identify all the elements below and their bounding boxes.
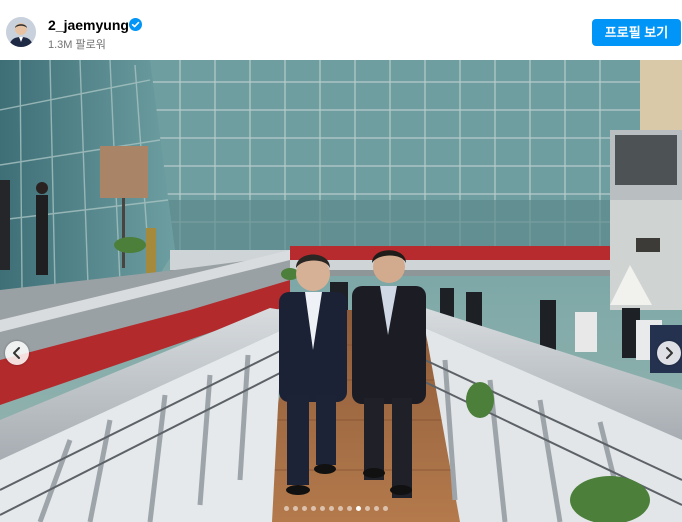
verified-badge-icon xyxy=(129,18,142,31)
carousel-dot[interactable] xyxy=(284,506,289,511)
post-photo[interactable] xyxy=(0,60,682,522)
cropped-previous-caption xyxy=(0,0,682,8)
follower-count: 1.3M 팔로워 xyxy=(48,39,106,51)
view-profile-button[interactable]: 프로필 보기 xyxy=(592,19,681,46)
carousel-dot[interactable] xyxy=(383,506,388,511)
carousel-dot[interactable] xyxy=(365,506,370,511)
carousel-next-button[interactable] xyxy=(657,341,681,365)
carousel-dot[interactable] xyxy=(329,506,334,511)
username[interactable]: 2_jaemyung xyxy=(48,17,129,33)
chevron-right-icon xyxy=(666,347,673,359)
carousel-indicator xyxy=(284,506,388,512)
carousel-prev-button[interactable] xyxy=(5,341,29,365)
chevron-left-icon xyxy=(13,347,20,359)
carousel-dot[interactable] xyxy=(338,506,343,511)
carousel-dot[interactable] xyxy=(374,506,379,511)
carousel-dot[interactable] xyxy=(320,506,325,511)
carousel-dot[interactable] xyxy=(356,506,361,511)
carousel-dot[interactable] xyxy=(302,506,307,511)
profile-avatar[interactable] xyxy=(6,17,36,47)
carousel-dot[interactable] xyxy=(293,506,298,511)
carousel-dot[interactable] xyxy=(347,506,352,511)
post-header: 2_jaemyung 1.3M 팔로워 프로필 보기 xyxy=(0,8,682,60)
carousel-dot[interactable] xyxy=(311,506,316,511)
